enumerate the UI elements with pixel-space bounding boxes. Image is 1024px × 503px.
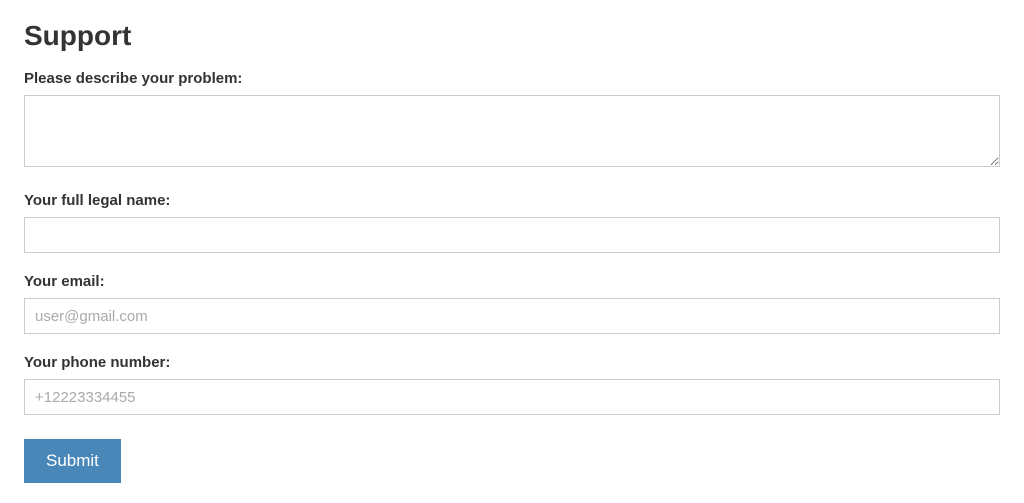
email-input[interactable] <box>24 298 1000 334</box>
form-group-phone: Your phone number: <box>24 354 1000 415</box>
problem-textarea[interactable] <box>24 95 1000 167</box>
name-input[interactable] <box>24 217 1000 253</box>
submit-button[interactable]: Submit <box>24 439 121 483</box>
form-group-name: Your full legal name: <box>24 192 1000 253</box>
phone-label: Your phone number: <box>24 354 1000 371</box>
form-group-email: Your email: <box>24 273 1000 334</box>
name-label: Your full legal name: <box>24 192 1000 209</box>
problem-label: Please describe your problem: <box>24 70 1000 87</box>
page-title: Support <box>24 20 1000 52</box>
form-group-problem: Please describe your problem: <box>24 70 1000 172</box>
email-label: Your email: <box>24 273 1000 290</box>
phone-input[interactable] <box>24 379 1000 415</box>
support-form: Please describe your problem: Your full … <box>24 70 1000 483</box>
